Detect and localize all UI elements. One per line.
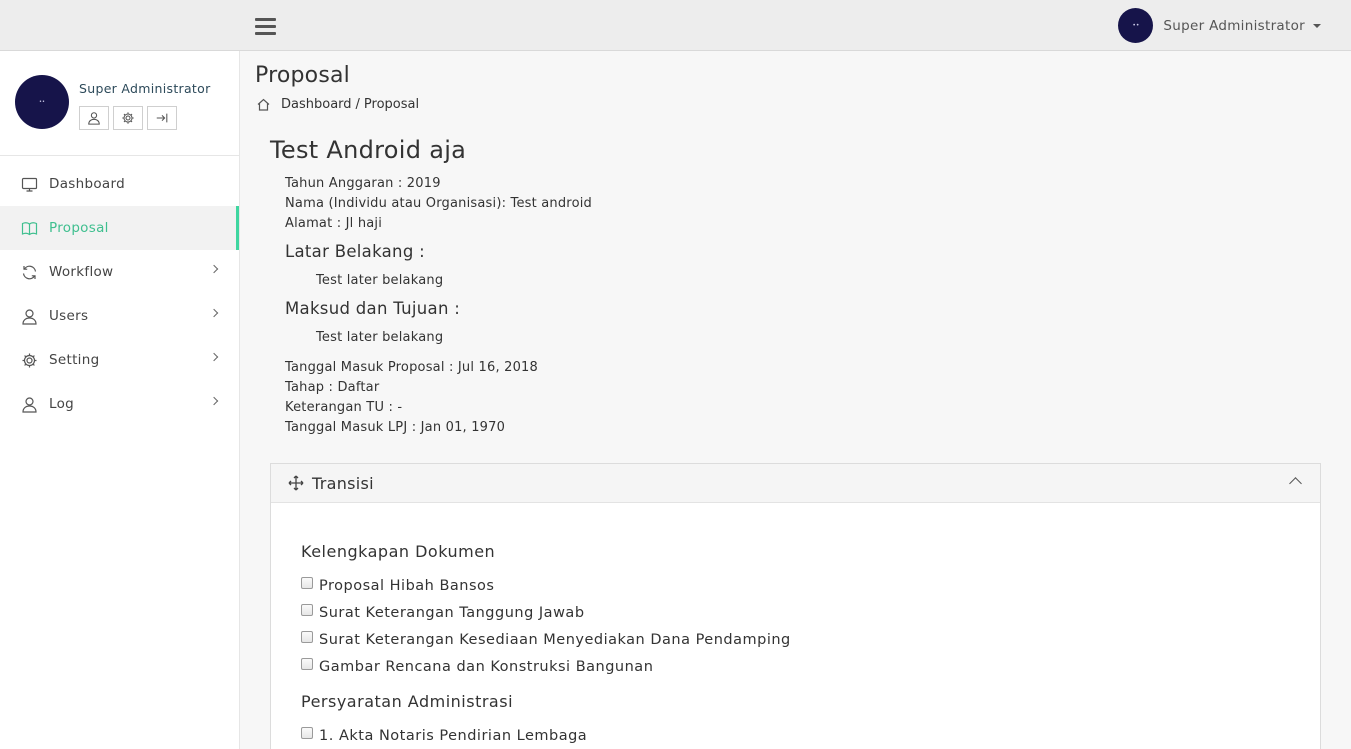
chevron-right-icon — [209, 396, 219, 406]
sidebar-item-label: Log — [49, 396, 75, 412]
checkbox-label: 1. Akta Notaris Pendirian Lembaga — [319, 728, 588, 744]
keterangan-tu: Keterangan TU : - — [285, 400, 403, 415]
sidebar-nav: Dashboard Proposal Workflow Users Settin… — [0, 162, 239, 426]
latar-belakang-heading: Latar Belakang : — [285, 242, 425, 261]
sidebar-item-label: Setting — [49, 352, 100, 368]
transisi-title: Transisi — [312, 473, 374, 493]
user-icon — [21, 396, 38, 413]
breadcrumb-separator: / — [355, 97, 360, 112]
sidebar-item-log[interactable]: Log — [0, 382, 239, 426]
sidebar-item-users[interactable]: Users — [0, 294, 239, 338]
tanggal-masuk-lpj: Tanggal Masuk LPJ : Jan 01, 1970 — [285, 420, 506, 435]
checkbox[interactable] — [301, 604, 313, 616]
sidebar-item-label: Dashboard — [49, 176, 125, 192]
logout-icon — [156, 113, 168, 123]
sidebar-item-label: Users — [49, 308, 89, 324]
avatar: •• — [15, 75, 69, 129]
breadcrumb-current: Proposal — [363, 97, 420, 112]
gear-icon — [21, 352, 38, 369]
breadcrumb-dashboard-link[interactable]: Dashboard — [281, 97, 352, 112]
settings-button[interactable] — [113, 106, 143, 130]
section-persyaratan-administrasi: Persyaratan Administrasi — [301, 692, 514, 711]
checkbox-label: Proposal Hibah Bansos — [319, 578, 495, 594]
tahun-anggaran: Tahun Anggaran : 2019 — [285, 176, 441, 191]
profile-name: Super Administrator — [79, 81, 211, 96]
nama-pemohon: Nama (Individu atau Organisasi): Test an… — [285, 196, 592, 211]
checkbox[interactable] — [301, 727, 313, 739]
checkbox-surat-keterangan-tanggung-jawab[interactable]: Surat Keterangan Tanggung Jawab — [301, 604, 585, 621]
checkbox[interactable] — [301, 631, 313, 643]
profile-actions — [79, 106, 177, 130]
checkbox-label: Surat Keterangan Kesediaan Menyediakan D… — [319, 632, 791, 648]
menu-toggle-icon[interactable] — [255, 18, 276, 35]
user-icon — [21, 308, 38, 325]
sidebar-item-label: Workflow — [49, 264, 114, 280]
breadcrumb: Dashboard / Proposal — [257, 97, 419, 112]
tahap: Tahap : Daftar — [285, 380, 380, 395]
section-kelengkapan-dokumen: Kelengkapan Dokumen — [301, 542, 496, 561]
checkbox-label: Surat Keterangan Tanggung Jawab — [319, 605, 585, 621]
chevron-up-icon[interactable] — [1289, 477, 1302, 490]
caret-down-icon — [1313, 23, 1321, 28]
sidebar-item-setting[interactable]: Setting — [0, 338, 239, 382]
home-icon — [257, 98, 270, 111]
checkbox[interactable] — [301, 658, 313, 670]
checkbox-proposal-hibah-bansos[interactable]: Proposal Hibah Bansos — [301, 577, 495, 594]
checkbox-surat-keterangan-kesediaan[interactable]: Surat Keterangan Kesediaan Menyediakan D… — [301, 631, 791, 648]
sidebar-item-label: Proposal — [49, 220, 109, 236]
maksud-tujuan-heading: Maksud dan Tujuan : — [285, 299, 461, 318]
chevron-right-icon — [209, 308, 219, 318]
checkbox-akta-notaris[interactable]: 1. Akta Notaris Pendirian Lembaga — [301, 727, 588, 744]
sidebar-item-proposal[interactable]: Proposal — [0, 206, 239, 250]
tanggal-masuk-proposal: Tanggal Masuk Proposal : Jul 16, 2018 — [285, 360, 538, 375]
checkbox[interactable] — [301, 577, 313, 589]
user-menu-dropdown[interactable]: •• Super Administrator — [1118, 8, 1321, 43]
latar-belakang-text: Test later belakang — [316, 273, 444, 288]
refresh-icon — [21, 264, 38, 281]
checkbox-gambar-rencana[interactable]: Gambar Rencana dan Konstruksi Bangunan — [301, 658, 654, 675]
sidebar-item-workflow[interactable]: Workflow — [0, 250, 239, 294]
sidebar: •• Super Administrator Dashboard Proposa… — [0, 51, 240, 749]
sidebar-item-dashboard[interactable]: Dashboard — [0, 162, 239, 206]
page-title: Proposal — [255, 63, 350, 88]
move-icon[interactable] — [288, 475, 304, 491]
proposal-title: Test Android aja — [270, 136, 467, 164]
user-name: Super Administrator — [1163, 17, 1305, 34]
transisi-panel-header: Transisi — [271, 464, 1320, 503]
maksud-tujuan-text: Test later belakang — [316, 330, 444, 345]
avatar: •• — [1118, 8, 1154, 43]
monitor-icon — [21, 176, 38, 193]
alamat: Alamat : Jl haji — [285, 216, 383, 231]
profile-button[interactable] — [79, 106, 109, 130]
top-navbar: •• Super Administrator — [0, 0, 1351, 51]
checkbox-label: Gambar Rencana dan Konstruksi Bangunan — [319, 659, 654, 675]
gear-icon — [122, 112, 134, 124]
user-icon — [88, 112, 100, 125]
transisi-panel: Transisi Kelengkapan Dokumen Proposal Hi… — [270, 463, 1321, 749]
book-icon — [21, 220, 38, 237]
chevron-right-icon — [209, 352, 219, 362]
logout-button[interactable] — [147, 106, 177, 130]
sidebar-profile: •• Super Administrator — [0, 51, 239, 156]
chevron-right-icon — [209, 264, 219, 274]
